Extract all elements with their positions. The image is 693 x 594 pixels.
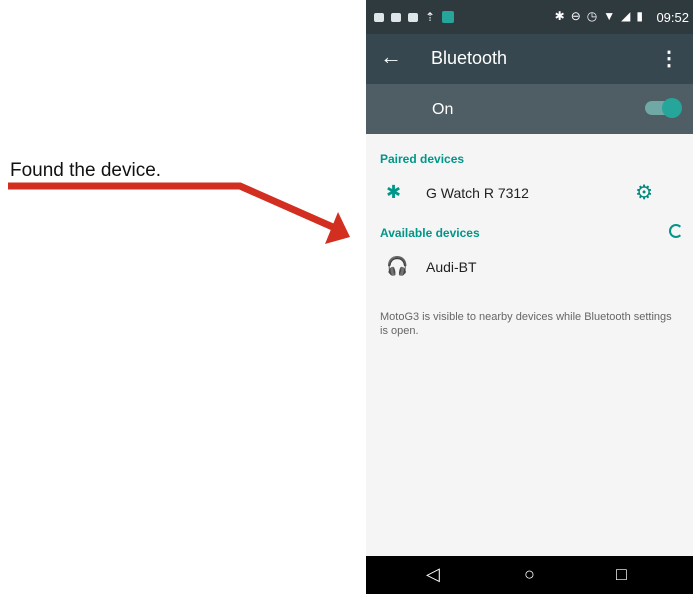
bluetooth-switch[interactable] [645, 98, 682, 118]
available-device-row[interactable]: 🎧 Audi-BT [366, 250, 693, 284]
upload-icon: ⇡ [425, 10, 436, 24]
bluetooth-toggle-row[interactable]: On [366, 84, 693, 134]
signal-icon: ◢ [621, 9, 631, 23]
system-icons: ✱ ⊖ ◷ ▼ ◢ ▮ [555, 9, 643, 23]
overflow-menu-icon[interactable]: ⋮ [659, 46, 679, 71]
visibility-message: MotoG3 is visible to nearby devices whil… [380, 311, 672, 337]
paired-device-row[interactable]: ✱ G Watch R 7312 ⚙ [366, 176, 693, 210]
alarm-icon: ◷ [586, 9, 598, 23]
section-header-available: Available devices [380, 226, 480, 240]
page-title: Bluetooth [431, 48, 508, 68]
status-bar: ⇡ ✱ ⊖ ◷ ▼ ◢ ▮ 09:52 [366, 0, 693, 34]
app-bar: ← Bluetooth ⋮ [366, 34, 693, 84]
device-name: Audi-BT [426, 259, 477, 275]
app-notification-icon [442, 11, 455, 23]
phone-screen: ⇡ ✱ ⊖ ◷ ▼ ◢ ▮ 09:52 ← Bluetooth ⋮ On Pai… [366, 0, 693, 594]
notification-icon [408, 12, 418, 22]
bluetooth-status-icon: ✱ [554, 9, 565, 23]
device-name: G Watch R 7312 [426, 185, 529, 201]
notification-icon [374, 12, 384, 22]
section-header-paired: Paired devices [380, 152, 465, 166]
scanning-spinner-icon [669, 224, 683, 238]
notification-icon [391, 12, 401, 22]
dnd-icon: ⊖ [570, 9, 581, 23]
navigation-bar: ◁ ○ □ [366, 556, 693, 594]
nav-home-icon[interactable]: ○ [524, 564, 535, 585]
switch-knob [662, 98, 682, 118]
nav-back-icon[interactable]: ◁ [426, 564, 440, 585]
toggle-label: On [432, 101, 454, 118]
clock: 09:52 [656, 10, 689, 25]
bluetooth-content: Paired devices ✱ G Watch R 7312 ⚙ Availa… [366, 134, 693, 556]
nav-recents-icon[interactable]: □ [616, 564, 627, 585]
battery-icon: ▮ [636, 9, 643, 23]
gear-icon[interactable]: ⚙ [635, 180, 653, 205]
wifi-icon: ▼ [603, 9, 616, 23]
bluetooth-icon: ✱ [386, 182, 402, 202]
headphones-icon: 🎧 [386, 256, 409, 276]
notification-icons: ⇡ [374, 10, 455, 24]
back-arrow-icon[interactable]: ← [380, 44, 402, 70]
